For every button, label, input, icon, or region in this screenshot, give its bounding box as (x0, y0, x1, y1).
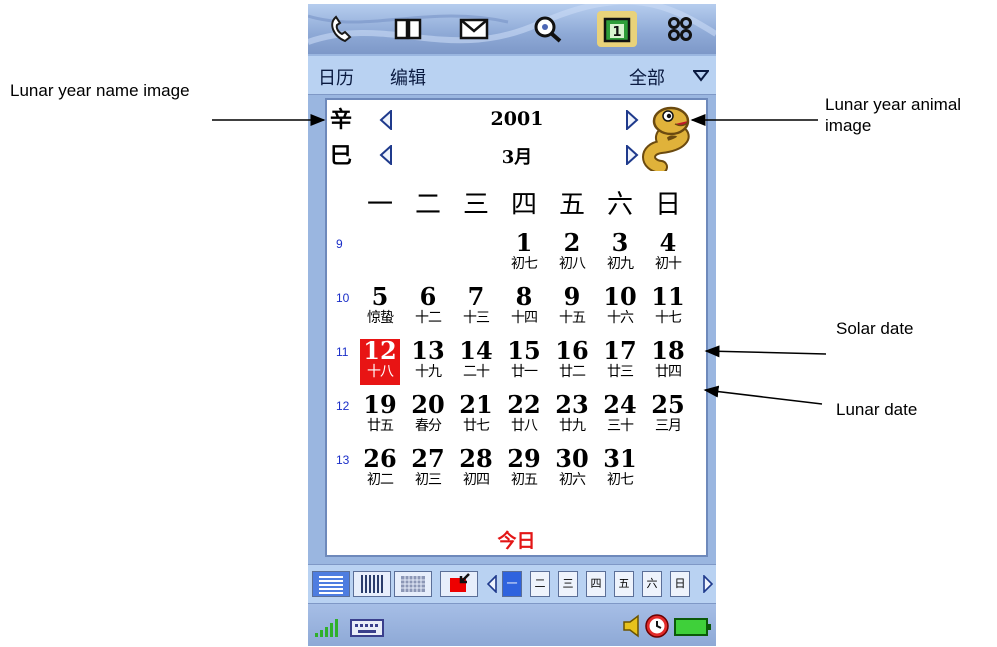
arrow-lunar-date (703, 385, 823, 405)
arrow-solar-date (704, 345, 827, 358)
annotation-arrows (212, 114, 827, 405)
